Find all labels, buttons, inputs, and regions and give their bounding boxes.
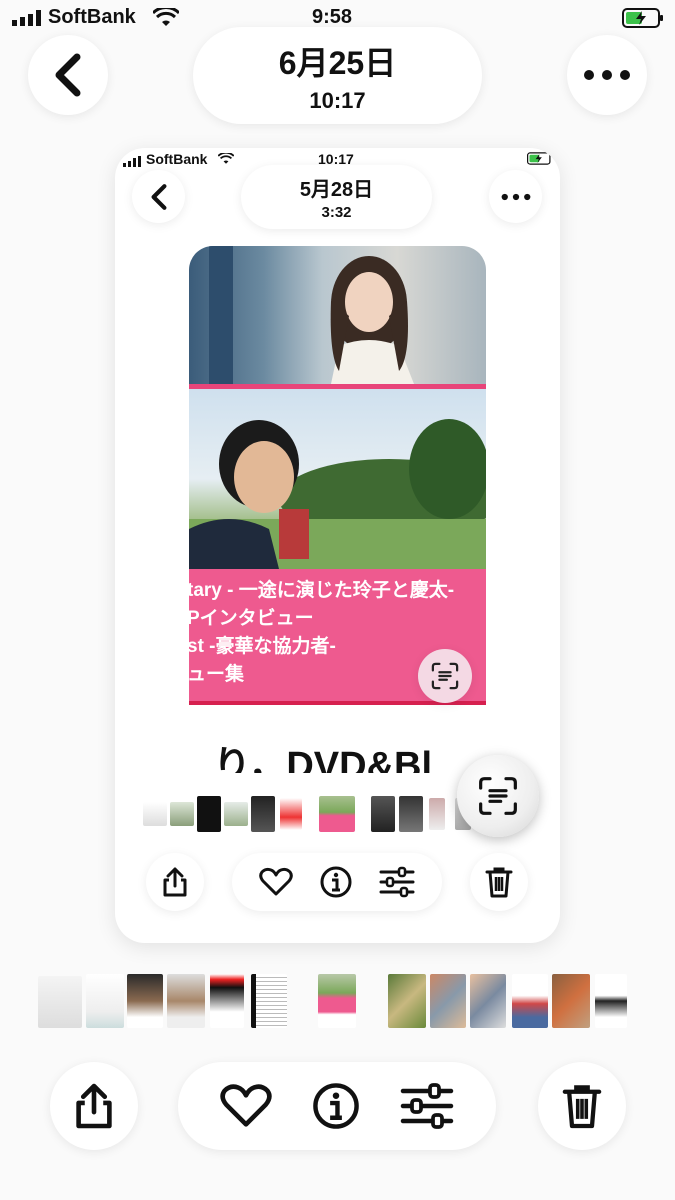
thumbnail[interactable] — [470, 974, 506, 1028]
thumbnail[interactable] — [197, 796, 221, 832]
inner-share-button[interactable] — [146, 853, 204, 911]
more-button[interactable] — [567, 35, 647, 115]
thumbnail[interactable] — [210, 974, 244, 1028]
inner-more-button[interactable] — [489, 170, 542, 223]
photo-frame[interactable]: tary - 一途に演じた玲子と慶太- Pインタビュー st -豪華な協力者- … — [189, 246, 486, 773]
inner-trash-icon — [485, 867, 513, 898]
photo-man-scene — [189, 389, 486, 569]
thumbnail[interactable] — [86, 974, 124, 1028]
thumbnail[interactable] — [167, 974, 205, 1028]
inner-header-time: 3:32 — [321, 204, 352, 221]
date-header[interactable]: 6月25日 10:17 — [193, 27, 482, 124]
thumbnail[interactable] — [552, 974, 590, 1028]
action-group — [178, 1062, 496, 1150]
thumbnail[interactable] — [251, 974, 287, 1028]
thumbnail[interactable] — [429, 798, 445, 830]
signal-icon — [12, 10, 42, 26]
inner-ellipsis-icon — [501, 193, 530, 200]
inner-battery-icon — [527, 152, 553, 170]
wifi-icon — [151, 6, 181, 28]
share-icon — [76, 1083, 112, 1129]
header-time: 10:17 — [309, 87, 366, 113]
chevron-left-icon — [55, 53, 81, 97]
inner-back-button[interactable] — [132, 170, 185, 223]
photo-woman-scene — [189, 246, 486, 384]
thumbnail[interactable] — [595, 974, 627, 1028]
thumbnail[interactable] — [371, 796, 395, 832]
inner-live-text-icon — [431, 662, 459, 690]
inner-chevron-left-icon — [151, 183, 166, 210]
inner-delete-button[interactable] — [470, 853, 528, 911]
thumbnail[interactable] — [143, 802, 167, 826]
info-icon[interactable] — [311, 1081, 361, 1131]
inner-heart-icon[interactable] — [259, 867, 293, 897]
inner-action-group — [232, 853, 442, 911]
thumbnail[interactable] — [430, 974, 466, 1028]
thumbnail[interactable] — [38, 976, 82, 1028]
inner-date-header[interactable]: 5月28日 3:32 — [241, 165, 432, 229]
live-text-icon — [479, 777, 517, 815]
clock: 9:58 — [312, 6, 353, 28]
back-button[interactable] — [28, 35, 108, 115]
inner-sliders-icon[interactable] — [379, 866, 415, 898]
sliders-icon[interactable] — [400, 1082, 454, 1130]
thumbnail[interactable] — [170, 802, 194, 826]
thumbnail-selected[interactable] — [318, 974, 356, 1028]
thumbnail-selected[interactable] — [319, 796, 355, 832]
thumbnail[interactable] — [224, 802, 248, 826]
thumbnail[interactable] — [251, 796, 275, 832]
thumbnail[interactable] — [512, 974, 548, 1028]
heart-icon[interactable] — [220, 1083, 272, 1129]
ellipsis-icon — [584, 70, 630, 80]
share-button[interactable] — [50, 1062, 138, 1150]
filmstrip[interactable] — [0, 968, 675, 1034]
inner-live-text-button[interactable] — [418, 649, 472, 703]
inner-share-icon — [163, 867, 187, 897]
inner-carrier-label: SoftBank — [146, 151, 208, 167]
inner-header-date: 5月28日 — [299, 179, 374, 201]
caption-line-2: Pインタビュー — [189, 608, 314, 629]
thumbnail[interactable] — [399, 796, 423, 832]
inner-info-icon[interactable] — [319, 865, 353, 899]
live-text-button[interactable] — [457, 755, 539, 837]
thumbnail[interactable] — [388, 974, 426, 1028]
thumbnail[interactable] — [127, 974, 163, 1028]
photo-bottom-text: り，DVD&Bl — [213, 745, 433, 773]
header-date: 6月25日 — [278, 44, 397, 81]
thumbnail[interactable] — [280, 798, 302, 830]
battery-icon — [622, 8, 664, 28]
carrier-label: SoftBank — [48, 6, 136, 28]
inner-wifi-icon — [217, 151, 235, 170]
caption-line-1: tary - 一途に演じた玲子と慶太- — [189, 580, 455, 601]
inner-signal-icon — [123, 154, 143, 172]
delete-button[interactable] — [538, 1062, 626, 1150]
trash-icon — [562, 1085, 602, 1129]
